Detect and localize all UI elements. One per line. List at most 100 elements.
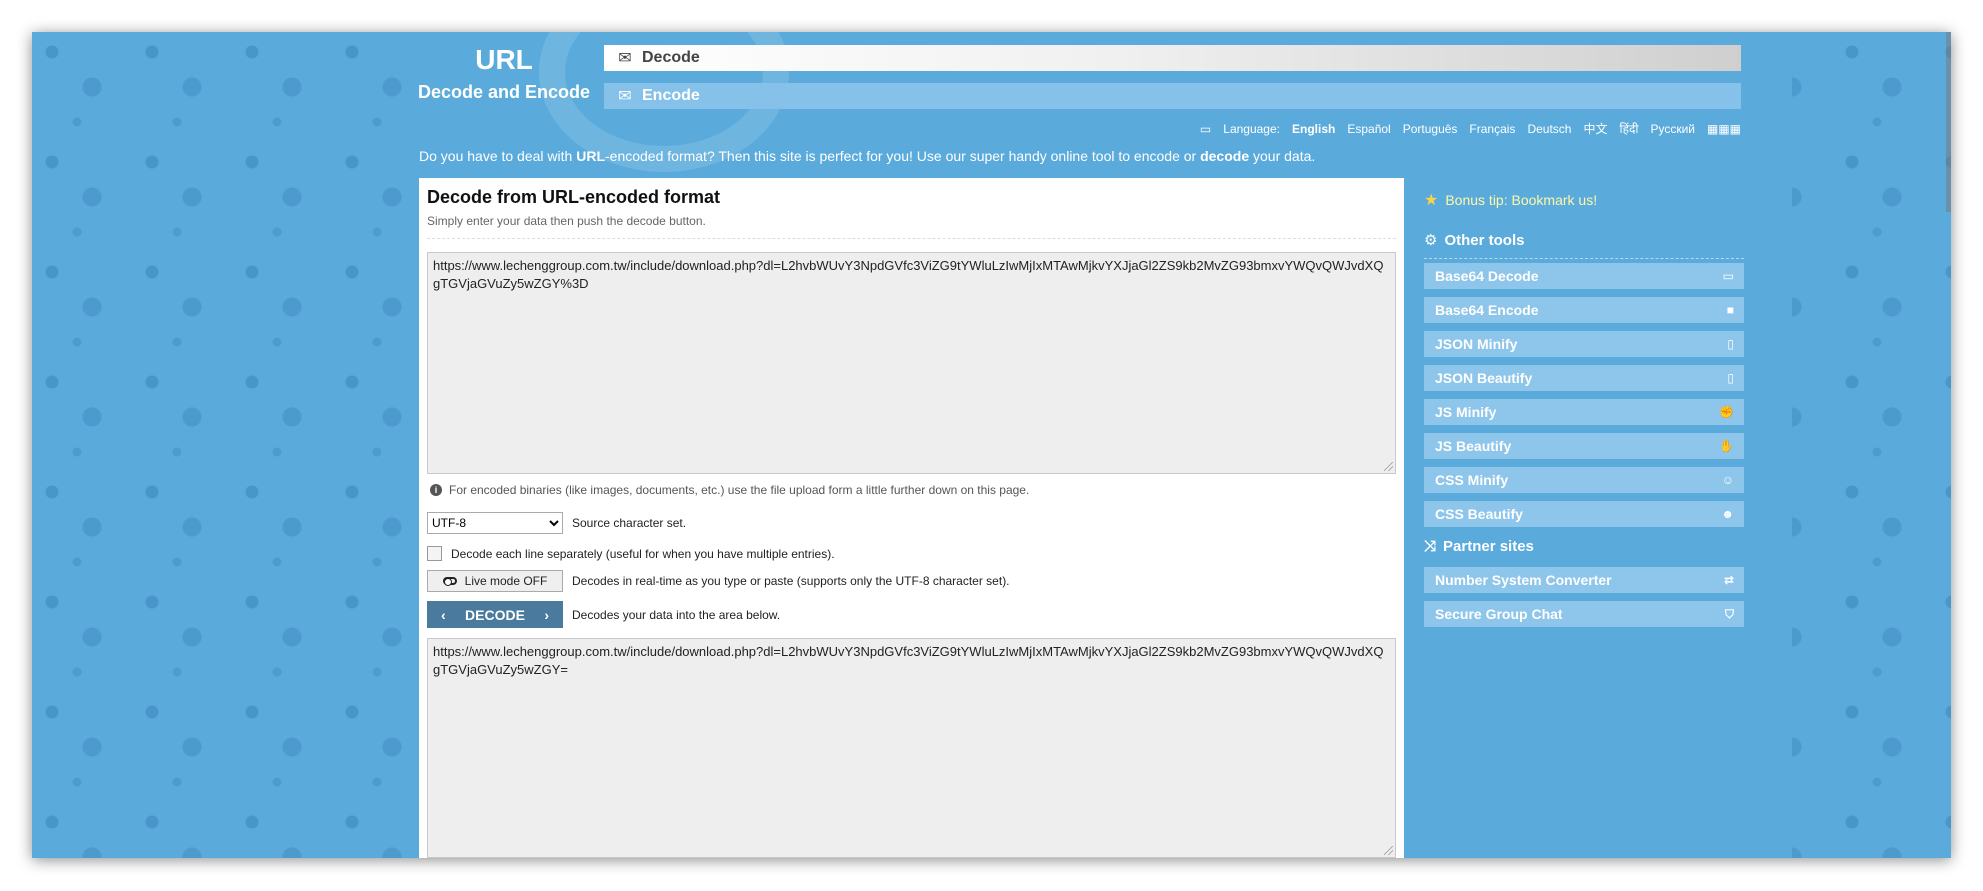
- language-label: Language:: [1223, 121, 1280, 136]
- hand-fist-icon: ✊: [1719, 405, 1734, 419]
- gear-icon: ⚙: [1424, 232, 1438, 249]
- language-icon: ▭: [1199, 121, 1212, 136]
- file-code-icon: ▯: [1727, 371, 1734, 385]
- intro-part1: Do you have to deal with: [419, 148, 577, 164]
- nav-decode[interactable]: ✉ Decode: [604, 45, 1741, 71]
- tool-css-minify[interactable]: CSS Minify ☺: [1424, 467, 1744, 493]
- tool-label: Base64 Decode: [1435, 268, 1539, 284]
- divider: [427, 238, 1396, 239]
- page-scrollbar[interactable]: [1945, 32, 1951, 858]
- nav-encode[interactable]: ✉ Encode: [604, 83, 1741, 109]
- partner-label: Number System Converter: [1435, 572, 1612, 588]
- binary-note: i For encoded binaries (like images, doc…: [427, 483, 1396, 497]
- scrollbar-thumb[interactable]: [1946, 32, 1951, 212]
- logo-subtitle: Decode and Encode: [417, 82, 591, 102]
- binary-note-text: For encoded binaries (like images, docum…: [449, 483, 1030, 497]
- charset-row: UTF-8 Source character set.: [427, 512, 1396, 534]
- output-textarea[interactable]: https://www.lechenggroup.com.tw/include/…: [427, 638, 1396, 858]
- file-icon: ▯: [1727, 337, 1734, 351]
- tool-base64-encode[interactable]: Base64 Encode ■: [1424, 297, 1744, 323]
- tool-json-minify[interactable]: JSON Minify ▯: [1424, 331, 1744, 357]
- tool-label: JS Minify: [1435, 404, 1497, 420]
- sidebar-divider: [1424, 258, 1744, 259]
- exchange-icon: ⇄: [1723, 573, 1734, 587]
- tool-label: JSON Beautify: [1435, 370, 1533, 386]
- input-text: https://www.lechenggroup.com.tw/include/…: [433, 258, 1384, 291]
- page-title: Decode from URL-encoded format: [427, 187, 721, 207]
- lang-portugues[interactable]: Português: [1403, 122, 1458, 136]
- resize-grip-icon[interactable]: [1384, 846, 1393, 855]
- nav-encode-label: Encode: [642, 87, 700, 104]
- folder-icon: ■: [1726, 303, 1734, 317]
- intro-bold-url: URL: [576, 148, 605, 164]
- more-languages-icon[interactable]: ▦▦▦: [1707, 122, 1741, 136]
- nav-decode-label: Decode: [642, 49, 700, 66]
- smile-icon: ☻: [1721, 507, 1734, 521]
- line-separately-row: Decode each line separately (useful for …: [427, 546, 1396, 561]
- partner-label: Secure Group Chat: [1435, 606, 1563, 622]
- partner-number-converter[interactable]: Number System Converter ⇄: [1424, 567, 1744, 593]
- tool-label: Base64 Encode: [1435, 302, 1539, 318]
- charset-select[interactable]: UTF-8: [427, 512, 563, 534]
- other-tools-heading: ⚙ Other tools: [1424, 231, 1744, 250]
- other-tools-list: Base64 Decode ▭ Base64 Encode ■ JSON Min…: [1424, 263, 1744, 527]
- page-subtitle: Simply enter your data then push the dec…: [427, 214, 706, 228]
- partner-sites-heading: ⤨ Partner sites: [1424, 538, 1744, 555]
- main-panel: Decode from URL-encoded format Simply en…: [419, 178, 1404, 858]
- smile-icon: ☺: [1721, 473, 1734, 487]
- input-textarea[interactable]: https://www.lechenggroup.com.tw/include/…: [427, 252, 1396, 474]
- decode-button[interactable]: ‹ DECODE ›: [427, 601, 563, 628]
- live-mode-row: Live mode OFF Decodes in real-time as yo…: [427, 570, 1396, 592]
- tool-label: CSS Beautify: [1435, 506, 1523, 522]
- toggle-off-icon: [442, 577, 457, 586]
- random-icon: ⤨: [1424, 538, 1437, 555]
- line-separately-label: Decode each line separately (useful for …: [451, 546, 835, 561]
- resize-grip-icon[interactable]: [1384, 462, 1393, 471]
- lang-english[interactable]: English: [1292, 122, 1335, 136]
- sidebar: ★ Bonus tip: Bookmark us! ⚙ Other tools …: [1424, 190, 1744, 627]
- lang-deutsch[interactable]: Deutsch: [1527, 122, 1571, 136]
- shield-icon: ⛉: [1724, 606, 1734, 621]
- other-tools-title: Other tools: [1444, 231, 1525, 249]
- browser-viewport: URL Decode and Encode ✉ Decode ✉ Encode …: [32, 32, 1951, 858]
- chevron-right-icon: ›: [544, 606, 549, 623]
- partner-sites-list: Number System Converter ⇄ Secure Group C…: [1424, 567, 1744, 627]
- tool-js-beautify[interactable]: JS Beautify ✋: [1424, 433, 1744, 459]
- tool-label: JSON Minify: [1435, 336, 1518, 352]
- tool-json-beautify[interactable]: JSON Beautify ▯: [1424, 365, 1744, 391]
- hand-icon: ✋: [1719, 439, 1734, 453]
- line-separately-checkbox[interactable]: [427, 546, 442, 561]
- lang-espanol[interactable]: Español: [1347, 122, 1390, 136]
- logo-title: URL: [475, 44, 533, 75]
- envelope-open-icon: ✉: [618, 50, 632, 67]
- output-text: https://www.lechenggroup.com.tw/include/…: [433, 644, 1384, 677]
- decode-button-label: DECODE: [465, 606, 525, 623]
- tool-base64-decode[interactable]: Base64 Decode ▭: [1424, 263, 1744, 289]
- chevron-left-icon: ‹: [441, 606, 446, 623]
- tool-css-beautify[interactable]: CSS Beautify ☻: [1424, 501, 1744, 527]
- star-icon: ★: [1424, 192, 1439, 209]
- live-mode-label: Live mode OFF: [464, 574, 548, 588]
- intro-bold-decode: decode: [1200, 148, 1250, 164]
- intro-part3: your data.: [1249, 148, 1316, 164]
- tool-js-minify[interactable]: JS Minify ✊: [1424, 399, 1744, 425]
- tool-label: CSS Minify: [1435, 472, 1509, 488]
- live-mode-button[interactable]: Live mode OFF: [427, 570, 563, 592]
- envelope-icon: ✉: [618, 88, 632, 105]
- language-bar: ▭ Language: English Español Português Fr…: [1200, 120, 1741, 137]
- lang-russian[interactable]: Русский: [1650, 122, 1695, 136]
- lang-francais[interactable]: Français: [1469, 122, 1515, 136]
- partner-sites-title: Partner sites: [1443, 538, 1534, 555]
- info-icon: i: [430, 484, 442, 496]
- folder-open-icon: ▭: [1722, 269, 1734, 283]
- decode-desc: Decodes your data into the area below.: [572, 607, 781, 622]
- lang-hindi[interactable]: हिंदी: [1619, 120, 1638, 137]
- lang-chinese[interactable]: 中文: [1583, 120, 1607, 137]
- partner-secure-chat[interactable]: Secure Group Chat ⛉: [1424, 601, 1744, 627]
- bookmark-tip: ★ Bonus tip: Bookmark us!: [1424, 190, 1744, 210]
- bookmark-tip-text: Bonus tip: Bookmark us!: [1445, 192, 1598, 208]
- tool-label: JS Beautify: [1435, 438, 1512, 454]
- live-mode-desc: Decodes in real-time as you type or past…: [572, 574, 1010, 588]
- decode-row: ‹ DECODE › Decodes your data into the ar…: [427, 601, 1396, 628]
- site-logo[interactable]: URL Decode and Encode: [409, 42, 599, 106]
